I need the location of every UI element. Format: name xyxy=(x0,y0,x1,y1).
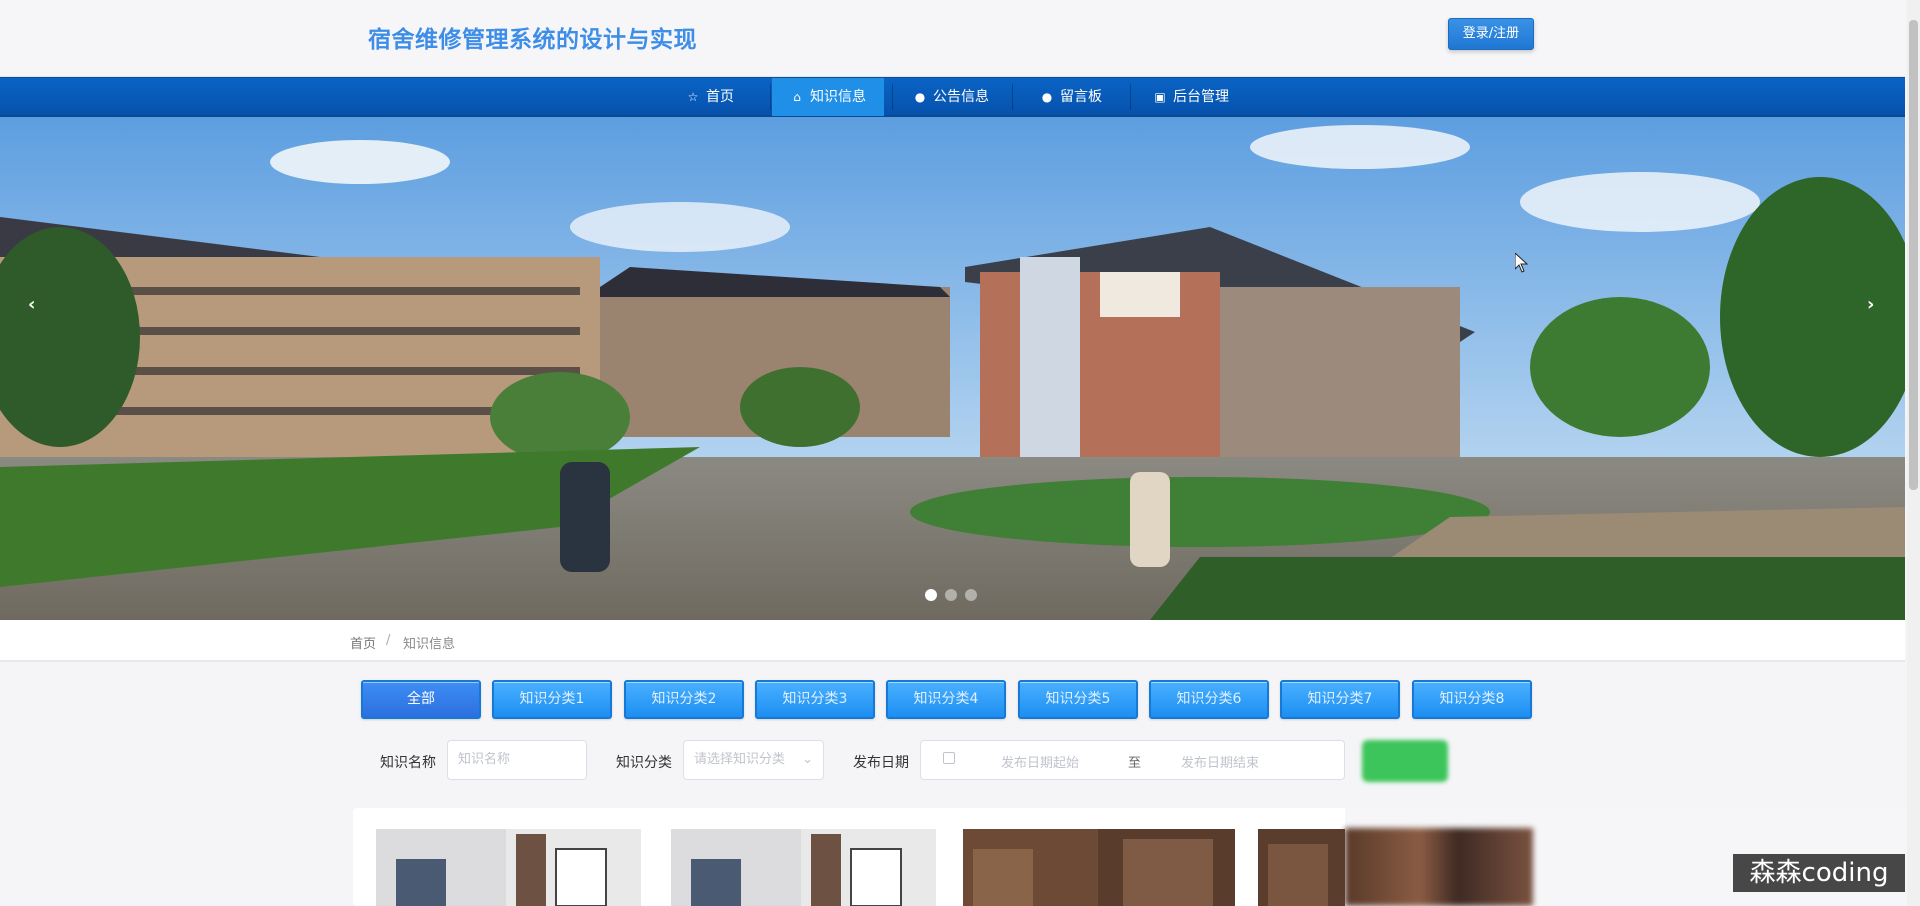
calendar-icon xyxy=(943,752,955,764)
banner-dot[interactable] xyxy=(945,589,957,601)
type-label: 知识分类 xyxy=(616,755,672,771)
login-register-button[interactable]: 登录/注册 xyxy=(1448,18,1534,50)
category-button[interactable]: 知识分类2 xyxy=(624,680,744,719)
knowledge-card-image[interactable] xyxy=(1345,828,1533,906)
knowledge-card-image[interactable] xyxy=(671,829,936,906)
search-button[interactable]: 查询 xyxy=(1362,740,1448,782)
banner-dot[interactable] xyxy=(965,589,977,601)
category-button[interactable]: 知识分类8 xyxy=(1412,680,1532,719)
nav-divider xyxy=(1130,84,1131,110)
category-button[interactable]: 知识分类1 xyxy=(492,680,612,719)
name-label: 知识名称 xyxy=(380,755,436,771)
info-icon: ● xyxy=(914,90,926,104)
nav-divider xyxy=(892,84,893,110)
site-header: 宿舍维修管理系统的设计与实现 登录/注册 xyxy=(0,0,1905,77)
nav-item-knowledge[interactable]: ⌂ 知识信息 xyxy=(772,78,884,116)
date-start-input[interactable]: 发布日期起始 xyxy=(1001,752,1079,771)
page-scrollbar[interactable] xyxy=(1907,0,1920,906)
dorm-room-image xyxy=(1258,829,1348,906)
main-nav: ☆ 首页 ⌂ 知识信息 ● 公告信息 ● 留言板 ▣ 后台管理 xyxy=(0,77,1905,117)
nav-divider xyxy=(770,84,771,110)
breadcrumb-separator: / xyxy=(386,633,391,648)
category-button[interactable]: 知识分类5 xyxy=(1018,680,1138,719)
date-range-separator: 至 xyxy=(1128,756,1142,771)
breadcrumb-home[interactable]: 首页 xyxy=(350,633,376,652)
category-button[interactable]: 知识分类6 xyxy=(1149,680,1269,719)
bag-icon: ⌂ xyxy=(793,90,801,104)
date-end-input[interactable]: 发布日期结束 xyxy=(1181,752,1259,771)
banner-next-arrow[interactable]: › xyxy=(1867,294,1874,315)
date-label: 发布日期 xyxy=(853,755,909,771)
nav-item-admin[interactable]: ▣ 后台管理 xyxy=(1135,78,1247,116)
type-select[interactable]: 请选择知识分类 ⌄ xyxy=(683,740,824,780)
clock-icon: ● xyxy=(1041,90,1053,104)
nav-divider xyxy=(1012,84,1013,110)
banner-image xyxy=(0,117,1905,620)
box-icon: ▣ xyxy=(1154,90,1166,104)
knowledge-card-image[interactable] xyxy=(1258,829,1348,906)
category-button[interactable]: 知识分类3 xyxy=(755,680,875,719)
breadcrumb: 首页 / 知识信息 xyxy=(0,620,1905,662)
banner-carousel[interactable]: ‹ › xyxy=(0,117,1905,620)
type-select-placeholder: 请选择知识分类 xyxy=(694,752,786,767)
nav-item-notice[interactable]: ● 公告信息 xyxy=(895,78,1007,116)
name-input[interactable]: 知识名称 xyxy=(447,740,587,780)
knowledge-card-image[interactable] xyxy=(376,829,641,906)
watermark: 森森coding xyxy=(1733,854,1905,892)
nav-item-label: 后台管理 xyxy=(1173,89,1229,105)
site-title: 宿舍维修管理系统的设计与实现 xyxy=(368,27,697,53)
star-icon: ☆ xyxy=(687,90,699,104)
nav-item-label: 知识信息 xyxy=(810,89,866,105)
banner-prev-arrow[interactable]: ‹ xyxy=(28,294,35,315)
chevron-down-icon: ⌄ xyxy=(802,752,813,767)
nav-item-message-board[interactable]: ● 留言板 xyxy=(1022,78,1120,116)
breadcrumb-current: 知识信息 xyxy=(403,637,456,652)
mouse-cursor-icon xyxy=(1515,253,1529,273)
dorm-room-image xyxy=(671,829,936,906)
category-all-button[interactable]: 全部 xyxy=(361,680,481,719)
date-range-picker[interactable]: 发布日期起始 至 发布日期结束 xyxy=(920,740,1345,780)
nav-item-label: 留言板 xyxy=(1060,89,1102,105)
knowledge-card-image[interactable] xyxy=(963,829,1235,906)
nav-item-label: 公告信息 xyxy=(933,89,989,105)
category-button[interactable]: 知识分类7 xyxy=(1280,680,1400,719)
dorm-room-image xyxy=(963,829,1235,906)
nav-item-home[interactable]: ☆ 首页 xyxy=(668,78,752,116)
category-button[interactable]: 知识分类4 xyxy=(886,680,1006,719)
nav-item-label: 首页 xyxy=(706,89,734,105)
banner-dot[interactable] xyxy=(925,589,937,601)
scrollbar-thumb[interactable] xyxy=(1909,20,1918,490)
dorm-room-image xyxy=(376,829,641,906)
